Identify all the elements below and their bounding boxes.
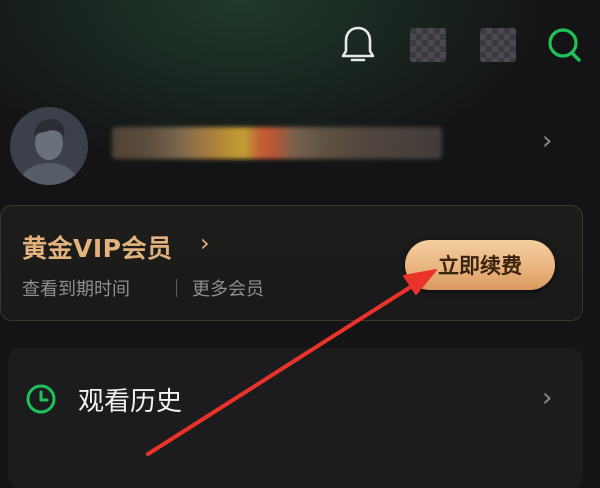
- username-blurred[interactable]: [112, 127, 442, 159]
- blurred-icon-1[interactable]: [410, 28, 446, 62]
- clock-icon: [26, 384, 56, 414]
- vip-expiry-link[interactable]: 查看到期时间: [22, 275, 130, 301]
- vip-chevron-icon[interactable]: ›: [200, 229, 210, 257]
- blurred-icon-2[interactable]: [480, 28, 516, 62]
- user-silhouette-icon: [10, 107, 88, 185]
- bell-icon[interactable]: [340, 24, 376, 66]
- renew-button[interactable]: 立即续费: [405, 240, 555, 290]
- vip-more-link[interactable]: 更多会员: [192, 275, 264, 301]
- search-icon[interactable]: [545, 25, 583, 65]
- chevron-right-icon[interactable]: ›: [542, 128, 552, 154]
- history-card[interactable]: [8, 348, 583, 488]
- vip-title[interactable]: 黄金VIP会员: [22, 229, 172, 265]
- vip-divider: [176, 279, 177, 297]
- history-label[interactable]: 观看历史: [78, 381, 182, 418]
- avatar[interactable]: [10, 107, 88, 185]
- chevron-right-icon[interactable]: ›: [542, 385, 552, 411]
